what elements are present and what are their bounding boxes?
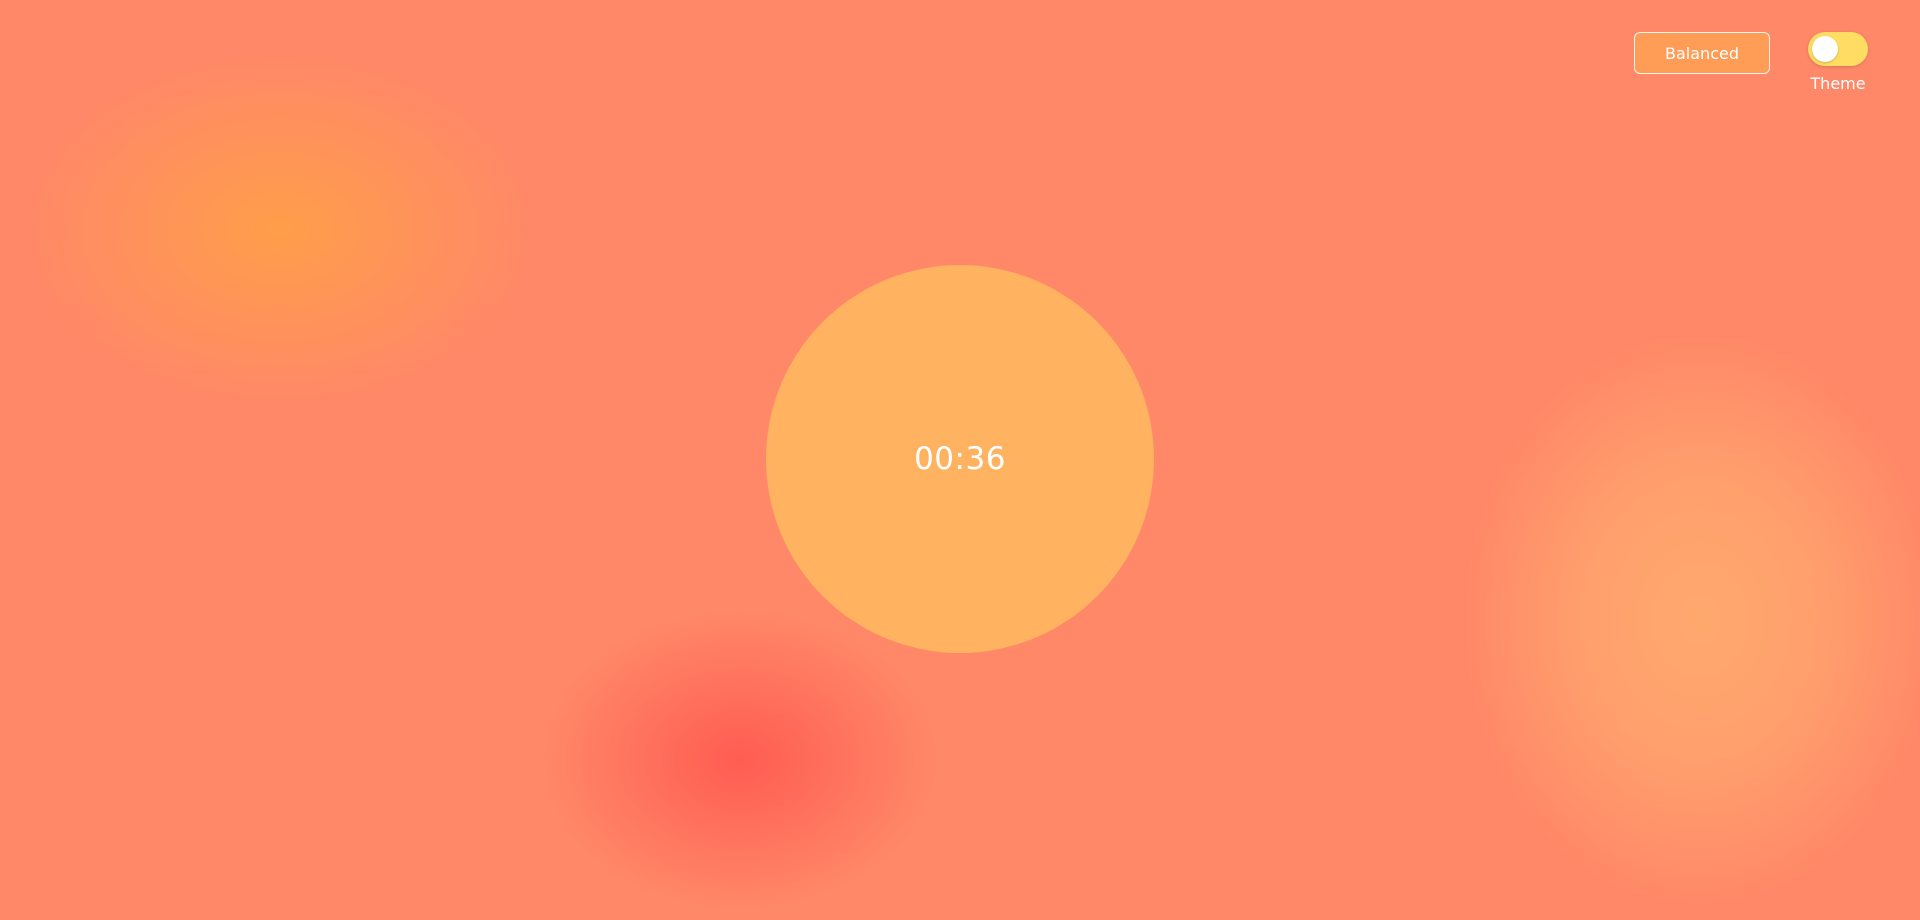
theme-toggle-knob [1812,36,1838,62]
timer-display: 00:36 [914,441,1006,477]
theme-toggle-group: Theme [1800,32,1876,93]
theme-toggle[interactable] [1808,32,1868,66]
background-blob-orange [20,50,540,410]
mode-button[interactable]: Balanced [1634,32,1770,74]
background-blob-red [540,610,940,910]
mode-button-label: Balanced [1665,43,1739,63]
background-blob-peach [1460,330,1920,910]
theme-label: Theme [1810,74,1866,93]
timer-circle[interactable]: 00:36 [766,265,1154,653]
